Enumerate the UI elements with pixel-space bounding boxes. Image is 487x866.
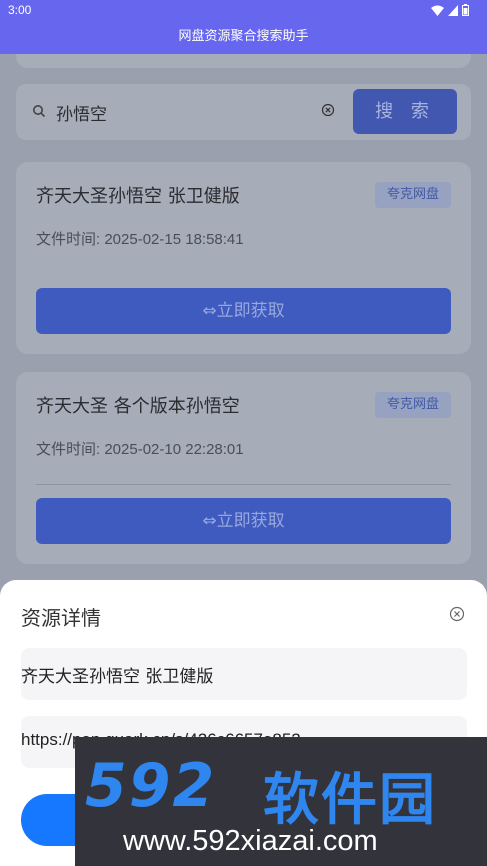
watermark-logo-digits: 592 — [85, 751, 217, 821]
card-divider — [36, 484, 451, 485]
search-bar: 孙悟空 搜 索 — [16, 84, 471, 140]
get-now-button[interactable]: ⇔立即获取 — [36, 498, 451, 544]
app-title: 网盘资源聚合搜索助手 — [0, 22, 487, 54]
search-input[interactable]: 孙悟空 — [56, 100, 107, 125]
search-icon — [33, 105, 46, 118]
sheet-title: 资源详情 — [21, 606, 101, 630]
get-now-button[interactable]: ⇔立即获取 — [36, 288, 451, 334]
status-time: 3:00 — [8, 3, 32, 17]
battery-icon — [462, 4, 469, 16]
file-time: 文件时间: 2025-02-15 18:58:41 — [36, 231, 244, 248]
search-button[interactable]: 搜 索 — [353, 89, 457, 134]
source-tag: 夸克网盘 — [375, 392, 451, 418]
watermark: 592 软件园 www.592xiazai.com — [75, 737, 487, 866]
status-bar: 3:00 — [0, 0, 487, 22]
result-title: 齐天大圣 各个版本孙悟空 — [36, 396, 240, 417]
close-icon[interactable] — [449, 606, 465, 622]
clear-icon[interactable] — [321, 103, 335, 117]
watermark-url: www.592xiazai.com — [123, 825, 378, 857]
file-time: 文件时间: 2025-02-10 22:28:01 — [36, 441, 244, 458]
result-card: 齐天大圣 各个版本孙悟空 夸克网盘 文件时间: 2025-02-10 22:28… — [16, 372, 471, 564]
previous-card — [16, 54, 471, 68]
signal-icon — [448, 4, 458, 16]
wifi-icon — [431, 5, 444, 16]
source-tag: 夸克网盘 — [375, 182, 451, 208]
result-card: 齐天大圣孙悟空 张卫健版 夸克网盘 文件时间: 2025-02-15 18:58… — [16, 162, 471, 354]
watermark-logo-name: 软件园 — [263, 768, 437, 833]
result-title: 齐天大圣孙悟空 张卫健版 — [36, 186, 240, 207]
resource-name-box: 齐天大圣孙悟空 张卫健版 — [21, 648, 467, 700]
resource-name: 齐天大圣孙悟空 张卫健版 — [21, 667, 214, 687]
status-icons — [431, 4, 469, 16]
